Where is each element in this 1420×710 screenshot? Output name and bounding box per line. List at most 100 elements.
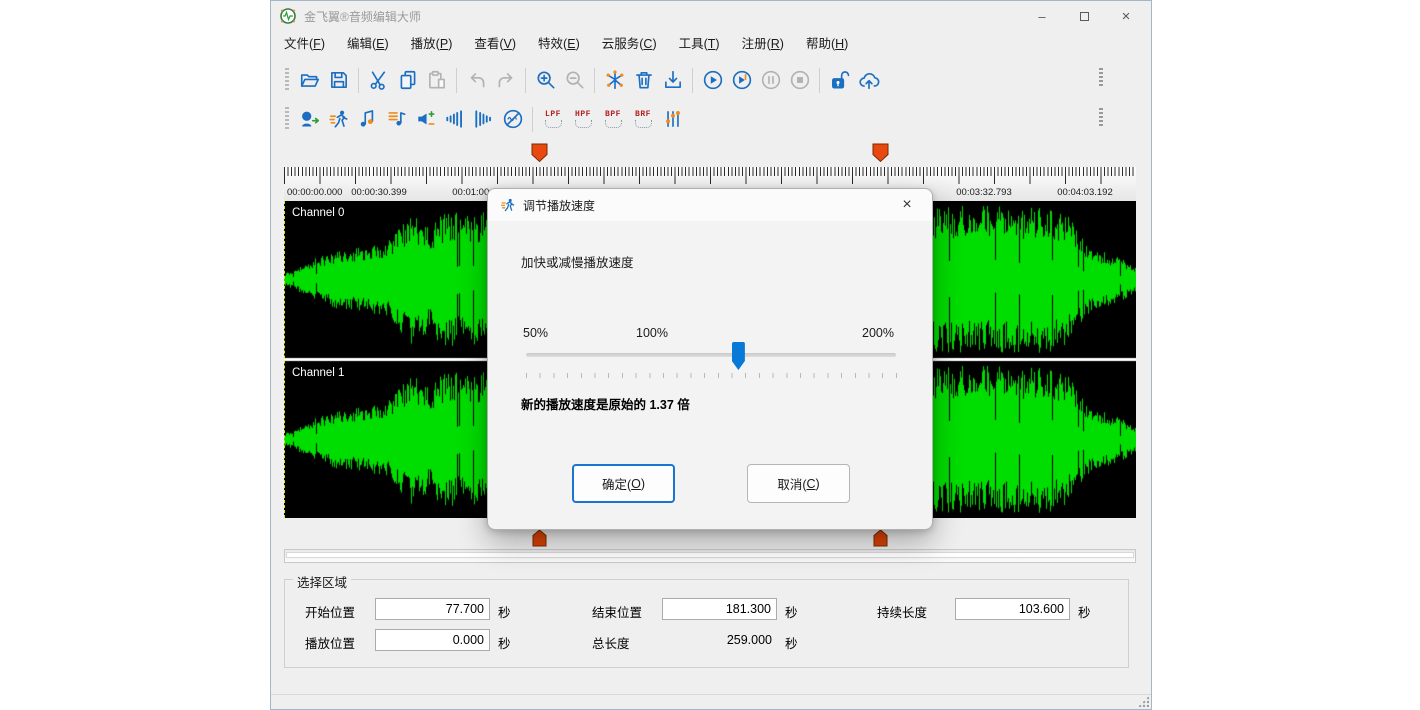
toolbar-separator: [358, 68, 359, 93]
speed-dialog: 调节播放速度 × 加快或减慢播放速度 50% 100% 200% 新的播放速度是…: [487, 188, 933, 530]
speed-slider-track[interactable]: [526, 353, 896, 357]
ruler-major-ticks: [284, 167, 1136, 184]
selection-end-marker-top[interactable]: [872, 143, 889, 168]
menu-item-0[interactable]: 文件(F): [273, 31, 336, 57]
toolbar-separator: [819, 68, 820, 93]
fade-out-icon[interactable]: [469, 105, 498, 134]
mixdown-icon[interactable]: [600, 66, 629, 95]
field-label: 持续长度: [877, 602, 927, 621]
menu-bar: 文件(F)编辑(E)播放(P)查看(V)特效(E)云服务(C)工具(T)注册(R…: [271, 31, 1151, 57]
toolbar-separator: [532, 107, 533, 132]
ok-button[interactable]: 确定(O): [572, 464, 675, 503]
insert-icon[interactable]: [658, 66, 687, 95]
toolbar-separator: [525, 68, 526, 93]
horizontal-scrollbar[interactable]: [284, 549, 1136, 563]
delete-icon[interactable]: [629, 66, 658, 95]
toolbar-effects: LPFHPFBPFBRF: [271, 100, 1151, 138]
field-value: 259.000: [662, 629, 777, 651]
field-label: 开始位置: [305, 602, 355, 621]
play-icon[interactable]: [698, 66, 727, 95]
toolbar-grip[interactable]: [285, 68, 289, 92]
field-input[interactable]: 77.700: [375, 598, 490, 620]
unlock-icon[interactable]: [825, 66, 854, 95]
dialog-title-bar: 调节播放速度 ×: [488, 189, 932, 221]
selection-panel-title: 选择区域: [293, 572, 351, 591]
speed-icon[interactable]: [324, 105, 353, 134]
slider-tick-marks: [526, 373, 897, 378]
channel-0-label: Channel 0: [292, 207, 344, 219]
zoom-out-icon[interactable]: [560, 66, 589, 95]
slider-mid-label: 100%: [636, 326, 668, 340]
zoom-in-icon[interactable]: [531, 66, 560, 95]
stop-icon[interactable]: [785, 66, 814, 95]
tempo-icon[interactable]: [382, 105, 411, 134]
menu-item-7[interactable]: 注册(R): [731, 31, 795, 57]
field-input[interactable]: 181.300: [662, 598, 777, 620]
playback-position-line: [284, 201, 285, 518]
lpf-icon[interactable]: LPF: [538, 105, 568, 134]
resize-grip-icon[interactable]: [1138, 696, 1149, 707]
dialog-description: 加快或减慢播放速度: [521, 252, 634, 271]
ruler-time-label: 00:04:03.192: [1057, 187, 1112, 198]
selection-start-marker-top[interactable]: [531, 143, 548, 168]
pitch-icon[interactable]: [353, 105, 382, 134]
menu-item-4[interactable]: 特效(E): [527, 31, 591, 57]
undo-icon[interactable]: [462, 66, 491, 95]
field-unit: 秒: [785, 602, 798, 621]
ruler-time-label: 00:03:32.793: [956, 187, 1011, 198]
cancel-button-label: 取消(: [777, 474, 806, 493]
cloud-upload-icon[interactable]: [854, 66, 883, 95]
denoise-icon[interactable]: [498, 105, 527, 134]
menu-item-2[interactable]: 播放(P): [400, 31, 464, 57]
copy-icon[interactable]: [393, 66, 422, 95]
toolbar-separator: [594, 68, 595, 93]
hpf-icon[interactable]: HPF: [568, 105, 598, 134]
scrollbar-thumb[interactable]: [286, 552, 1134, 558]
toolbar-overflow-grip: [1099, 108, 1103, 126]
field-unit: 秒: [785, 633, 798, 652]
title-bar: 金飞翼®音频编辑大师 – ×: [271, 1, 1151, 31]
voice-icon[interactable]: [295, 105, 324, 134]
field-label: 播放位置: [305, 633, 355, 652]
ruler-time-label: 00:00:30.399: [351, 187, 406, 198]
runner-icon: [500, 197, 516, 213]
field-input[interactable]: 103.600: [955, 598, 1070, 620]
toolbar-main: [271, 60, 1151, 100]
maximize-icon: [1080, 12, 1089, 21]
menu-item-3[interactable]: 查看(V): [463, 31, 527, 57]
paste-icon[interactable]: [422, 66, 451, 95]
window-title: 金飞翼®音频编辑大师: [304, 8, 1025, 25]
close-button[interactable]: ×: [1109, 4, 1143, 28]
open-icon[interactable]: [295, 66, 324, 95]
menu-item-8[interactable]: 帮助(H): [795, 31, 859, 57]
menu-item-6[interactable]: 工具(T): [668, 31, 731, 57]
field-input[interactable]: 0.000: [375, 629, 490, 651]
dialog-close-button[interactable]: ×: [890, 192, 924, 218]
speed-result-text: 新的播放速度是原始的 1.37 倍: [521, 394, 690, 413]
maximize-button[interactable]: [1067, 4, 1101, 28]
volume-icon[interactable]: [411, 105, 440, 134]
fade-in-icon[interactable]: [440, 105, 469, 134]
selection-panel: 选择区域 开始位置77.700秒结束位置181.300秒持续长度103.600秒…: [284, 579, 1129, 668]
cut-icon[interactable]: [364, 66, 393, 95]
play-selection-icon[interactable]: [727, 66, 756, 95]
toolbar-grip[interactable]: [285, 107, 289, 131]
menu-item-1[interactable]: 编辑(E): [336, 31, 400, 57]
status-bar: [271, 694, 1151, 709]
save-icon[interactable]: [324, 66, 353, 95]
minimize-button[interactable]: –: [1025, 4, 1059, 28]
pause-icon[interactable]: [756, 66, 785, 95]
dialog-title: 调节播放速度: [523, 197, 890, 214]
field-unit: 秒: [498, 602, 511, 621]
bpf-icon[interactable]: BPF: [598, 105, 628, 134]
app-logo-icon: [279, 7, 297, 25]
slider-max-label: 200%: [862, 326, 894, 340]
redo-icon[interactable]: [491, 66, 520, 95]
brf-icon[interactable]: BRF: [628, 105, 658, 134]
field-unit: 秒: [1078, 602, 1091, 621]
equalizer-icon[interactable]: [658, 105, 687, 134]
toolbar-separator: [692, 68, 693, 93]
menu-item-5[interactable]: 云服务(C): [591, 31, 668, 57]
cancel-button[interactable]: 取消(C): [747, 464, 850, 503]
speed-slider-thumb[interactable]: [732, 342, 745, 370]
